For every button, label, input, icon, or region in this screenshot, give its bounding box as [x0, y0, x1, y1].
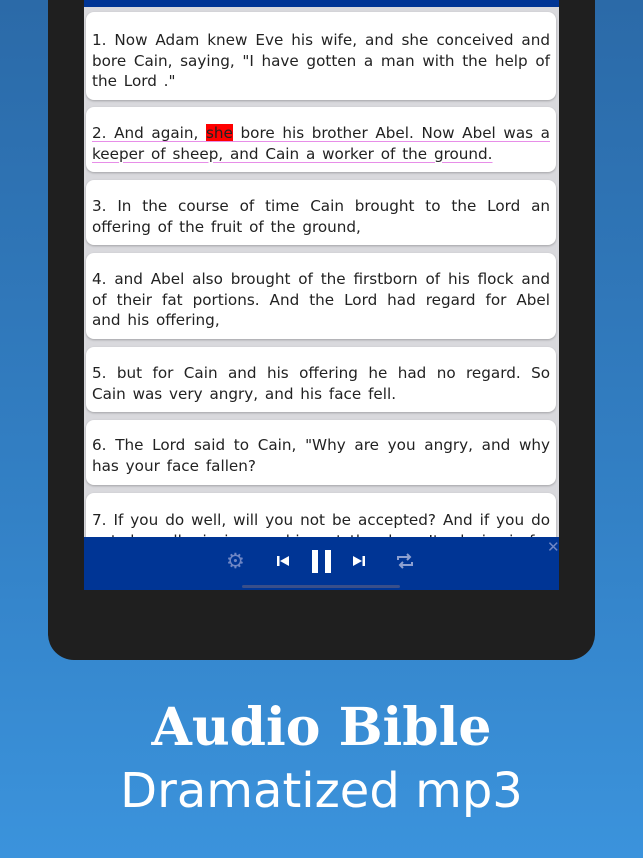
verse-card-1[interactable]: 1. Now Adam knew Eve his wife, and she c… [86, 12, 556, 100]
skip-next-icon[interactable] [352, 549, 366, 580]
skip-previous-icon[interactable] [276, 549, 290, 580]
promo-title: Audio Bible [151, 697, 492, 758]
current-word-highlight: she [206, 124, 233, 142]
repeat-icon[interactable] [396, 549, 414, 580]
verse-text: 5. but for Cain and his offering he had … [92, 364, 550, 403]
verse-card-6[interactable]: 6. The Lord said to Cain, "Why are you a… [86, 420, 556, 485]
verse-text: 2. And again, she bore his brother Abel.… [92, 124, 550, 163]
verse-text: 3. In the course of time Cain brought to… [92, 197, 550, 236]
verse-text-pre: 2. And again, [92, 124, 206, 142]
verse-card-2[interactable]: 2. And again, she bore his brother Abel.… [86, 107, 556, 172]
pause-icon[interactable] [311, 549, 333, 582]
app-screen: 1. Now Adam knew Eve his wife, and she c… [84, 0, 559, 590]
home-indicator [242, 585, 400, 588]
close-icon[interactable]: ✕ [547, 535, 559, 559]
verse-text: 1. Now Adam knew Eve his wife, and she c… [92, 31, 550, 90]
verse-card-4[interactable]: 4. and Abel also brought of the firstbor… [86, 253, 556, 339]
verse-card-5[interactable]: 5. but for Cain and his offering he had … [86, 347, 556, 412]
verse-text: 6. The Lord said to Cain, "Why are you a… [92, 436, 550, 475]
promo-subtitle: Dramatized mp3 [120, 763, 523, 819]
top-bar [84, 0, 559, 7]
audio-player-bar: ⚙ ✕ [84, 537, 559, 590]
verse-card-3[interactable]: 3. In the course of time Cain brought to… [86, 180, 556, 245]
verse-text: 4. and Abel also brought of the firstbor… [92, 270, 550, 329]
gear-icon[interactable]: ⚙ [226, 549, 245, 573]
